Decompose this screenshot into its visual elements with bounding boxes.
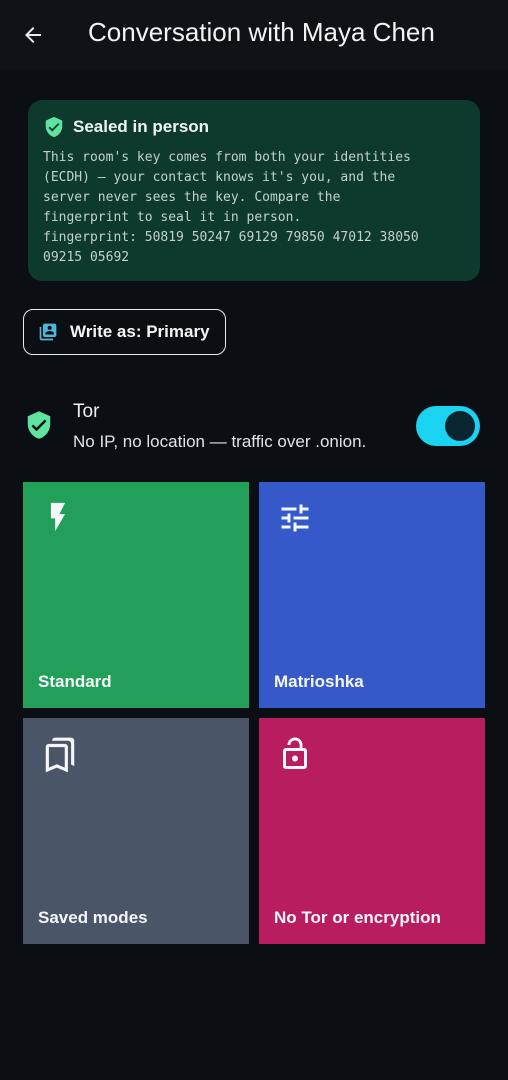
seal-description: This room's key comes from both your ide…: [43, 150, 419, 265]
page-title: Conversation with Maya Chen: [88, 17, 435, 47]
shield-check-icon: [27, 411, 51, 439]
tor-setting-row: Tor No IP, no location — traffic over .o…: [22, 395, 484, 465]
identity-book-icon: [39, 323, 57, 341]
bookmarks-icon: [45, 737, 75, 773]
seal-title: Sealed in person: [73, 117, 210, 136]
mode-tile-no-tor-or-encryption[interactable]: No Tor or encryption: [259, 718, 485, 944]
top-app-bar: Conversation with Maya Chen: [0, 0, 508, 70]
shield-check-icon: [45, 116, 63, 138]
tor-toggle[interactable]: [416, 406, 480, 446]
mode-label: Saved modes: [38, 908, 148, 927]
tor-title: Tor: [73, 401, 100, 422]
sliders-icon: [281, 504, 309, 532]
write-as-label: Write as: Primary: [70, 322, 210, 341]
write-as-identity-button[interactable]: Write as: Primary: [23, 309, 226, 355]
arrow-left-icon: [25, 27, 41, 43]
mode-label: Matrioshka: [274, 672, 364, 691]
lightning-icon: [50, 502, 66, 532]
mode-tile-matrioshka[interactable]: Matrioshka: [259, 482, 485, 708]
mode-label: No Tor or encryption: [274, 908, 441, 927]
tor-subtitle: No IP, no location — traffic over .onion…: [73, 432, 367, 451]
mode-tile-saved-modes[interactable]: Saved modes: [23, 718, 249, 944]
mode-label: Standard: [38, 672, 112, 691]
sealed-in-person-card: Sealed in person This room's key comes f…: [28, 100, 480, 281]
unlock-icon: [283, 737, 307, 769]
toggle-knob: [445, 411, 475, 441]
back-button[interactable]: [14, 16, 52, 54]
mode-tile-standard[interactable]: Standard: [23, 482, 249, 708]
